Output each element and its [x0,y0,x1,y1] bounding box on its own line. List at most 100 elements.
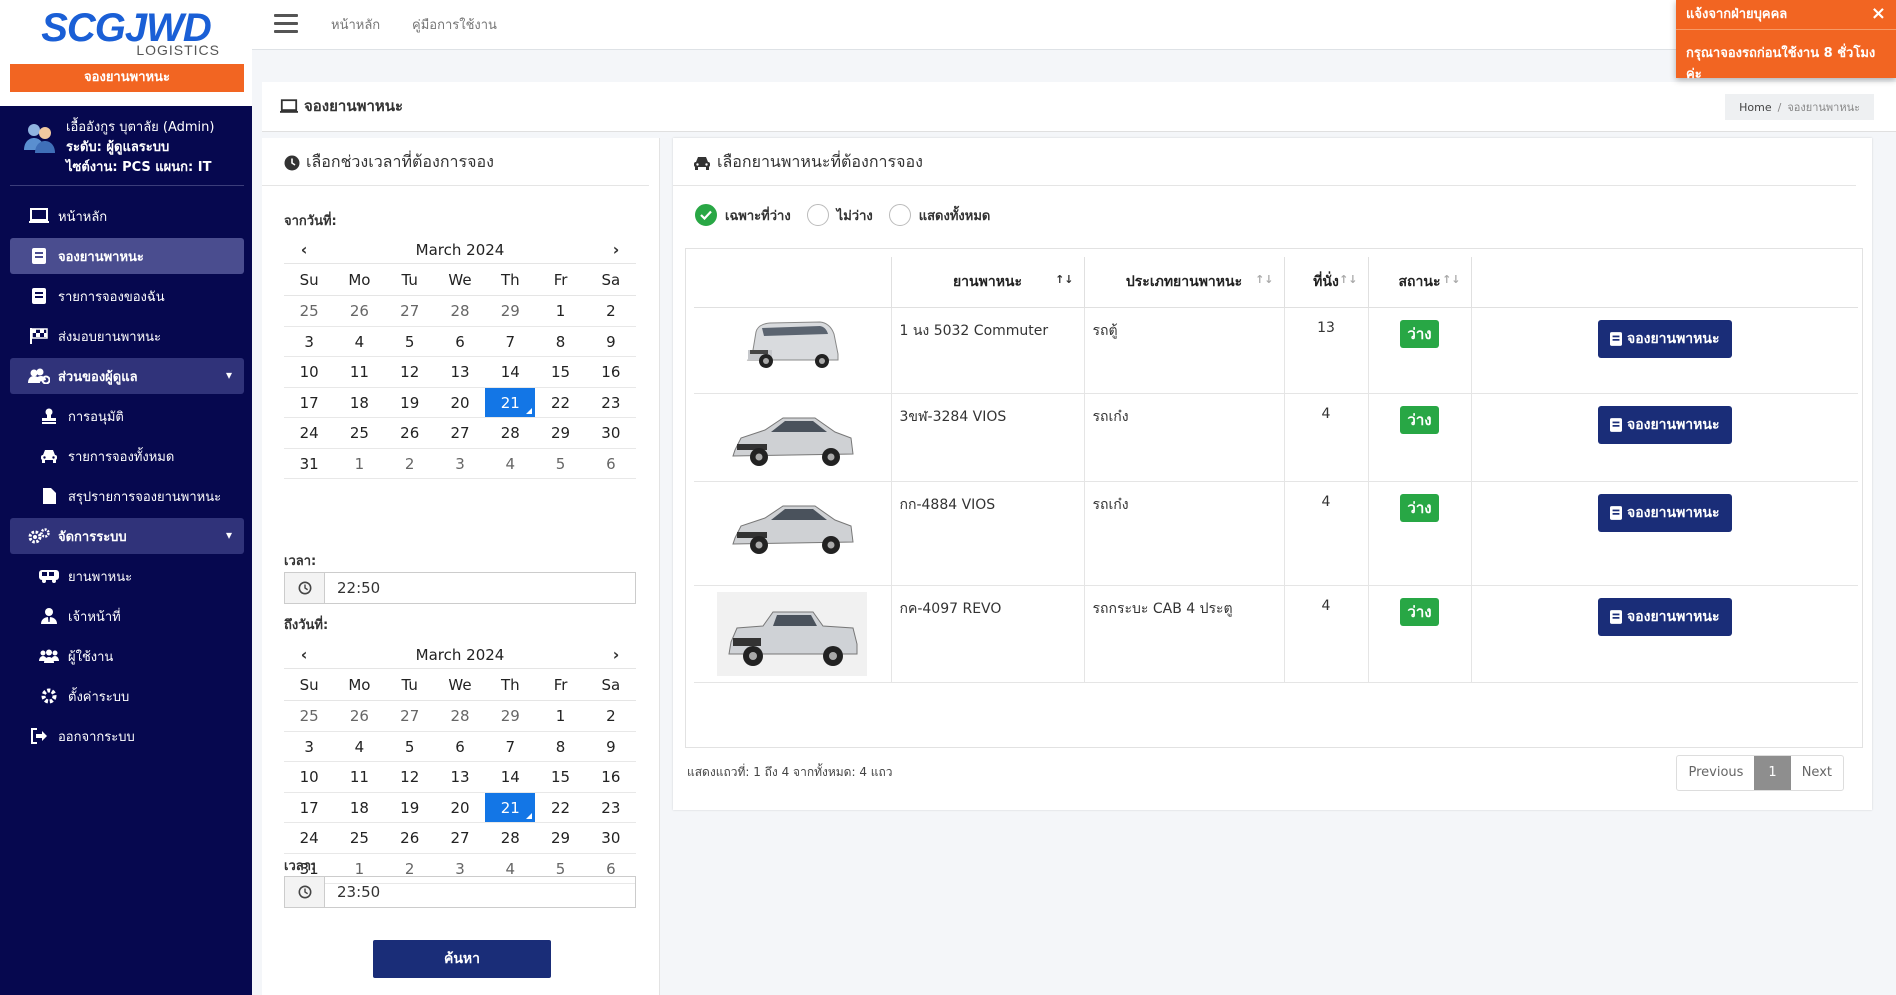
nav-approve[interactable]: การอนุมัติ [10,398,244,434]
calendar-day[interactable]: 12 [384,357,435,388]
calendar-day[interactable]: 10 [284,357,335,388]
calendar-day[interactable]: 25 [334,418,385,449]
nav-admin-group[interactable]: ส่วนของผู้ดูแล ▾ [10,358,244,394]
filter-available-label[interactable]: เฉพาะที่ว่าง [725,205,791,226]
logo[interactable]: SCGJWD LOGISTICS จองยานพาหนะ [0,0,252,106]
calendar-day[interactable]: 30 [585,418,636,449]
calendar-day[interactable]: 26 [334,296,385,327]
top-link-home[interactable]: หน้าหลัก [331,14,380,35]
calendar-day[interactable]: 7 [485,732,536,762]
calendar-day[interactable]: 3 [284,732,335,762]
calendar-day[interactable]: 4 [334,732,385,762]
calendar-day[interactable]: 14 [485,762,536,793]
calendar-day[interactable]: 5 [535,449,586,479]
book-vehicle-button[interactable]: จองยานพาหนะ [1598,405,1732,444]
calendar-day[interactable]: 20 [434,793,486,823]
calendar-day[interactable]: 19 [384,793,435,823]
nav-vehicles[interactable]: ยานพาหนะ [10,558,244,594]
calendar-day[interactable]: 25 [284,701,335,732]
next-month-icon[interactable]: › [606,240,626,259]
calendar-day[interactable]: 17 [284,793,335,823]
calendar-day-selected[interactable]: 21 [485,387,536,418]
calendar-day[interactable]: 8 [535,327,586,357]
calendar-day[interactable]: 20 [434,388,486,418]
calendar-day[interactable]: 4 [334,327,385,357]
calendar-day[interactable]: 16 [585,357,636,388]
calendar-day[interactable]: 27 [384,296,435,327]
pagination-page-1[interactable]: 1 [1754,756,1791,790]
prev-month-icon[interactable]: ‹ [294,645,314,664]
to-date-calendar[interactable]: ‹ March 2024 › Su Mo Tu We Th Fr Sa 25 26 27 28 29 1… [284,641,636,884]
calendar-day[interactable]: 28 [434,296,486,327]
calendar-day[interactable]: 26 [384,823,435,854]
calendar-day[interactable]: 24 [284,823,335,854]
calendar-day[interactable]: 24 [284,418,335,449]
calendar-day[interactable]: 28 [485,418,536,449]
calendar-day[interactable]: 27 [434,418,486,449]
calendar-day[interactable]: 3 [434,449,486,479]
calendar-day[interactable]: 28 [485,823,536,854]
calendar-day[interactable]: 15 [535,357,586,388]
calendar-day[interactable]: 18 [334,793,385,823]
calendar-day[interactable]: 29 [535,823,586,854]
nav-summary[interactable]: สรุปรายการจองยานพาหนะ [10,478,244,514]
calendar-day[interactable]: 2 [585,701,636,732]
calendar-day[interactable]: 11 [334,357,385,388]
prev-month-icon[interactable]: ‹ [294,240,314,259]
nav-home[interactable]: หน้าหลัก [10,198,244,234]
calendar-day[interactable]: 26 [334,701,385,732]
to-time-input[interactable]: 23:50 [284,876,636,908]
calendar-day[interactable]: 5 [384,327,435,357]
nav-users[interactable]: ผู้ใช้งาน [10,638,244,674]
calendar-day[interactable]: 19 [384,388,435,418]
from-date-calendar[interactable]: ‹ March 2024 › Su Mo Tu We Th Fr Sa 25 26 27 28 29 1… [284,236,636,479]
search-button[interactable]: ค้นหา [373,940,551,978]
calendar-day[interactable]: 6 [585,449,636,479]
column-seats[interactable]: ที่นั่ง ↑↓ [1284,257,1369,308]
calendar-day[interactable]: 1 [535,701,586,732]
calendar-day[interactable]: 30 [585,823,636,854]
calendar-day[interactable]: 13 [434,357,486,388]
nav-logout[interactable]: ออกจากระบบ [10,718,244,754]
from-time-input[interactable]: 22:50 [284,572,636,604]
calendar-day[interactable]: 9 [585,327,636,357]
column-type[interactable]: ประเภทยานพาหนะ ↑↓ [1084,257,1285,308]
filter-unavailable-label[interactable]: ไม่ว่าง [837,205,873,226]
calendar-day[interactable]: 10 [284,762,335,793]
calendar-day[interactable]: 23 [585,388,636,418]
calendar-day[interactable]: 2 [384,449,435,479]
calendar-day[interactable]: 27 [434,823,486,854]
nav-staff[interactable]: เจ้าหน้าที่ [10,598,244,634]
column-status[interactable]: สถานะ ↑↓ [1368,257,1472,308]
next-month-icon[interactable]: › [606,645,626,664]
nav-return-vehicle[interactable]: ส่งมอบยานพาหนะ [10,318,244,354]
top-link-manual[interactable]: คู่มือการใช้งาน [412,14,497,35]
calendar-day[interactable]: 18 [334,388,385,418]
calendar-day[interactable]: 26 [384,418,435,449]
nav-settings[interactable]: ตั้งค่าระบบ [10,678,244,714]
calendar-day[interactable]: 8 [535,732,586,762]
calendar-day[interactable]: 22 [535,793,586,823]
calendar-day[interactable]: 17 [284,388,335,418]
calendar-day[interactable]: 7 [485,327,536,357]
calendar-day[interactable]: 13 [434,762,486,793]
book-vehicle-button[interactable]: จองยานพาหนะ [1598,493,1732,532]
nav-system-group[interactable]: จัดการระบบ ▾ [10,518,244,554]
pagination-previous[interactable]: Previous [1677,756,1754,790]
calendar-day[interactable]: 15 [535,762,586,793]
calendar-day[interactable]: 4 [485,449,536,479]
calendar-day[interactable]: 29 [485,701,536,732]
calendar-day[interactable]: 25 [284,296,335,327]
calendar-day[interactable]: 9 [585,732,636,762]
calendar-day[interactable]: 5 [384,732,435,762]
calendar-day[interactable]: 29 [535,418,586,449]
calendar-day[interactable]: 23 [585,793,636,823]
calendar-day[interactable]: 31 [284,449,335,479]
hamburger-menu-icon[interactable] [274,14,298,34]
filter-available-radio[interactable] [695,204,717,226]
nav-all-bookings[interactable]: รายการจองทั้งหมด [10,438,244,474]
calendar-day[interactable]: 2 [585,296,636,327]
close-icon[interactable]: × [1871,4,1886,24]
calendar-day[interactable]: 6 [434,732,486,762]
filter-all-radio[interactable] [888,204,911,226]
